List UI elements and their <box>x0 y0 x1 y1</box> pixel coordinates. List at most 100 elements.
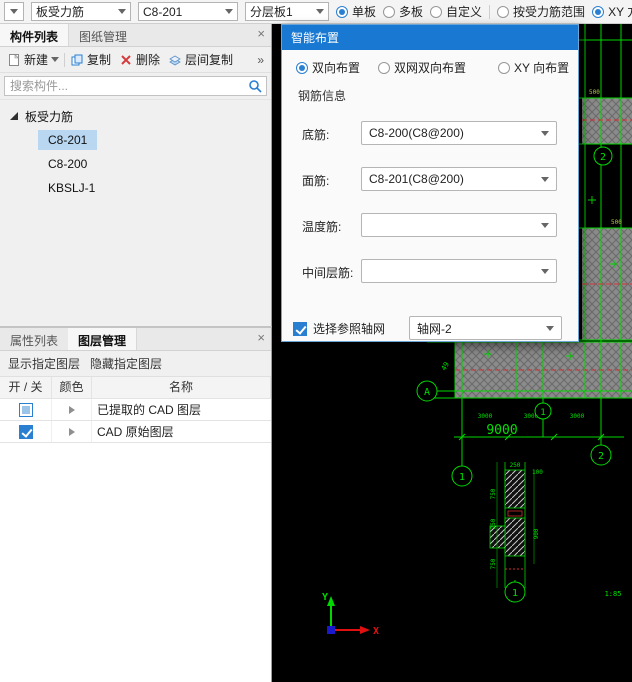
layer-visibility-checkbox[interactable] <box>18 402 33 417</box>
reference-axis-checkbox[interactable]: 选择参照轴网 <box>293 320 385 337</box>
section-dim-900: 900 <box>533 528 540 539</box>
chevron-down-icon <box>541 176 549 182</box>
component-list-panel: 构件列表 图纸管理 × 新建 复制 删除 层间复制 » 搜索构件... 板受力筋… <box>0 24 272 326</box>
layout-mode-radios: 双向布置 双网双向布置 XY 向布置 <box>296 59 569 76</box>
tree-item-label: C8-201 <box>38 130 98 150</box>
slab-layer-combo[interactable]: 分层板1 <box>245 2 329 21</box>
ucs-origin <box>327 626 335 634</box>
layer-table-header: 开 / 关 颜色 名称 <box>0 377 271 399</box>
radio-label: 自定义 <box>446 5 483 19</box>
radio-label: 按受力筋范围 <box>513 5 586 19</box>
layer-buttons: 显示指定图层 隐藏指定图层 <box>0 351 271 377</box>
tiny-dim-2: 500 <box>611 219 622 226</box>
new-button[interactable]: 新建 <box>4 49 62 70</box>
element-type-combo[interactable]: 板受力筋 <box>31 2 131 21</box>
radio-label: 多板 <box>399 5 424 19</box>
tree-item-label: KBSLJ-1 <box>48 181 96 195</box>
header-on-off: 开 / 关 <box>0 377 52 398</box>
component-combo[interactable]: C8-201 <box>138 2 238 21</box>
tree-group-slab-rebar[interactable]: 板受力筋 <box>0 104 271 128</box>
close-icon[interactable]: × <box>257 27 265 40</box>
ucs-x-label: X <box>373 626 379 637</box>
section-dim-750-a: 750 <box>490 488 497 499</box>
radio-two-way-layout[interactable]: 双向布置 <box>296 59 360 76</box>
row-expander-icon[interactable] <box>68 405 75 414</box>
hide-specified-layer-button[interactable]: 隐藏指定图层 <box>90 355 162 372</box>
ucs-y-label: Y <box>322 592 328 603</box>
copy-icon <box>71 54 83 65</box>
radio-dot <box>497 5 510 18</box>
top-rebar-value: C8-201(C8@200) <box>369 172 464 186</box>
section-dim-100: 100 <box>532 469 543 476</box>
component-panel-tabs: 构件列表 图纸管理 × <box>0 24 271 47</box>
mini-combo[interactable] <box>4 2 24 21</box>
radio-xy-direction[interactable]: XY 方 <box>592 3 632 20</box>
temperature-rebar-combo[interactable] <box>361 213 557 237</box>
radio-label: 单板 <box>352 5 377 19</box>
radio-double-mesh-two-way[interactable]: 双网双向布置 <box>378 59 466 76</box>
chevron-down-icon <box>541 130 549 136</box>
ucs-axes-icon: Y X <box>322 592 379 637</box>
radio-dot <box>498 61 511 74</box>
layer-visibility-checkbox[interactable] <box>18 424 33 439</box>
axis-bubble-1-small: 1 <box>540 408 545 418</box>
axis-grid-combo[interactable]: 轴网-2 <box>409 316 562 340</box>
tab-property-list[interactable]: 属性列表 <box>0 328 68 350</box>
close-icon[interactable]: × <box>257 331 265 344</box>
radio-dot <box>592 5 605 18</box>
delete-label: 删除 <box>136 53 161 67</box>
search-row <box>0 73 271 100</box>
layer-panel-tabs: 属性列表 图层管理 × <box>0 328 271 351</box>
search-input[interactable] <box>4 76 267 96</box>
toolbar-separator <box>489 4 491 19</box>
search-icon[interactable] <box>248 79 262 93</box>
middle-layer-rebar-label: 中间层筋: <box>302 266 354 280</box>
chevron-down-icon <box>541 222 549 228</box>
table-row: 已提取的 CAD 图层 <box>0 399 271 421</box>
top-rebar-combo[interactable]: C8-201(C8@200) <box>361 167 557 191</box>
dialog-title-bar[interactable]: 智能布置 <box>282 25 578 50</box>
radio-dot <box>430 5 443 18</box>
copy-label: 复制 <box>87 53 112 67</box>
radio-multi-board[interactable]: 多板 <box>383 3 423 20</box>
chevron-down-icon <box>10 9 18 14</box>
tree-expand-icon[interactable] <box>10 112 18 120</box>
smart-layout-dialog: 智能布置 双向布置 双网双向布置 XY 向布置 钢筋信息 底筋: C8-200(… <box>281 24 579 342</box>
rebar-info-group-title: 钢筋信息 <box>298 89 347 103</box>
row-expander-icon[interactable] <box>68 427 75 436</box>
temperature-rebar-label: 温度筋: <box>302 220 342 234</box>
radio-dot <box>336 5 348 18</box>
radio-custom[interactable]: 自定义 <box>430 3 482 20</box>
reference-axis-label: 选择参照轴网 <box>313 322 386 336</box>
bottom-rebar-combo[interactable]: C8-200(C8@200) <box>361 121 557 145</box>
tree-item-kbslj-1[interactable]: KBSLJ-1 <box>0 176 271 200</box>
dialog-title: 智能布置 <box>291 31 340 45</box>
layer-management-panel: 属性列表 图层管理 × 显示指定图层 隐藏指定图层 开 / 关 颜色 名称 已提… <box>0 326 272 682</box>
slab-layer-value: 分层板1 <box>250 5 293 19</box>
tab-layer-management[interactable]: 图层管理 <box>68 328 138 350</box>
layer-table: 开 / 关 颜色 名称 已提取的 CAD 图层 CAD 原始图层 <box>0 377 271 443</box>
layer-copy-label: 层间复制 <box>185 53 234 67</box>
component-value: C8-201 <box>143 4 183 19</box>
component-tree: 板受力筋 C8-201 C8-200 KBSLJ-1 <box>0 100 271 200</box>
tab-component-list[interactable]: 构件列表 <box>0 24 70 46</box>
radio-single-board[interactable]: 单板 <box>336 3 376 20</box>
copy-button[interactable]: 复制 <box>67 49 114 70</box>
radio-xy-layout[interactable]: XY 向布置 <box>498 59 569 76</box>
element-type-value: 板受力筋 <box>36 5 85 19</box>
table-row: CAD 原始图层 <box>0 421 271 443</box>
middle-layer-rebar-combo[interactable] <box>361 259 557 283</box>
radio-by-rebar-range[interactable]: 按受力筋范围 <box>497 3 585 20</box>
radio-dot <box>296 61 308 74</box>
tree-item-c8-200[interactable]: C8-200 <box>0 152 271 176</box>
toolbar-overflow-button[interactable]: » <box>257 53 267 67</box>
tiny-dim-1: 500 <box>589 89 600 96</box>
chevron-down-icon <box>51 57 60 62</box>
layer-copy-icon <box>169 55 181 65</box>
delete-button[interactable]: 删除 <box>116 49 163 70</box>
layer-copy-button[interactable]: 层间复制 <box>165 49 236 70</box>
section-dim-750-c: 750 <box>490 558 497 569</box>
tree-item-c8-201[interactable]: C8-201 <box>0 128 271 152</box>
show-specified-layer-button[interactable]: 显示指定图层 <box>8 355 80 372</box>
tab-drawing-management[interactable]: 图纸管理 <box>69 24 137 46</box>
